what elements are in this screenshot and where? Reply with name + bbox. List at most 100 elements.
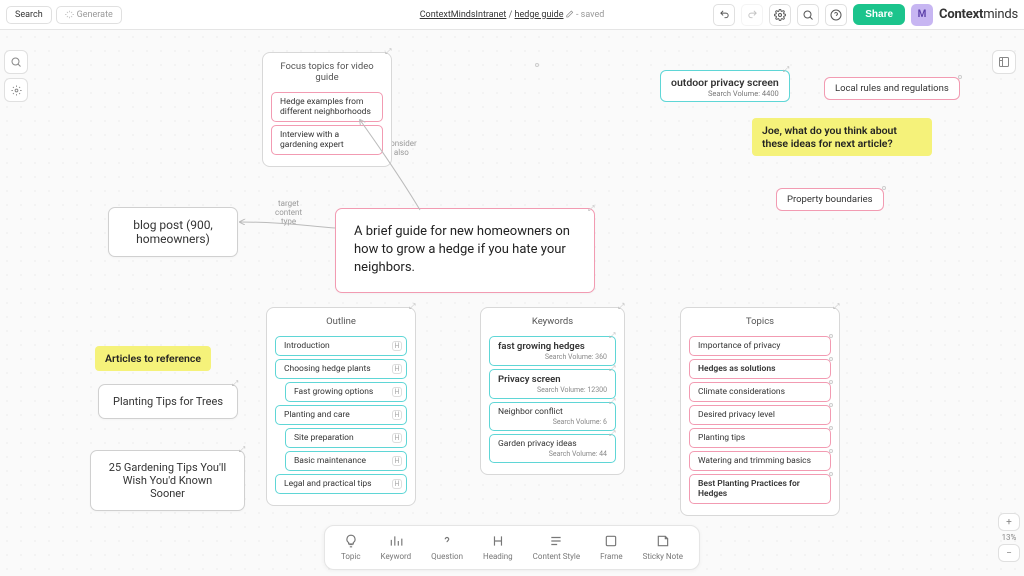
heading-icon [491, 534, 505, 550]
keyword-item[interactable]: Neighbor conflictSearch Volume: 6⤢ [489, 402, 616, 431]
ref-25-gardening[interactable]: 25 Gardening Tips You'll Wish You'd Know… [90, 450, 245, 511]
tool-topic[interactable]: Topic [331, 530, 371, 565]
topic-item[interactable]: Desired privacy level [689, 405, 831, 425]
avatar[interactable]: M [911, 4, 933, 26]
tool-sticky-note[interactable]: Sticky Note [633, 530, 693, 565]
frame-topics[interactable]: Topics Importance of privacy Hedges as so… [680, 307, 840, 516]
rail-search-button[interactable] [4, 50, 28, 74]
outline-item[interactable]: IntroductionH [275, 336, 407, 356]
outline-item[interactable]: Legal and practical tipsH [275, 474, 407, 494]
heading-badge: H [392, 410, 402, 420]
breadcrumb-map[interactable]: hedge guide [515, 10, 564, 20]
zoom-out-button[interactable]: − [998, 544, 1020, 562]
edge-label-target: target content type [275, 200, 302, 226]
keyword-item[interactable]: Garden privacy ideasSearch Volume: 44⤢ [489, 434, 616, 463]
expand-icon[interactable]: ⤢ [409, 302, 417, 310]
topic-item[interactable]: Best Planting Practices for Hedges [689, 474, 831, 504]
frame-title: Topics [687, 312, 833, 333]
search-icon [802, 9, 814, 21]
redo-button[interactable] [741, 4, 763, 26]
rail-outline-button[interactable] [992, 50, 1016, 74]
topic-item[interactable]: Climate considerations [689, 382, 831, 402]
bottom-toolbar: TopicKeywordQuestionHeadingContent Style… [324, 525, 700, 570]
topic-property-boundaries[interactable]: Property boundaries [776, 188, 884, 211]
expand-icon[interactable]: ⤢ [385, 47, 393, 55]
expand-icon[interactable]: ⤢ [609, 429, 617, 437]
breadcrumb-root[interactable]: ContextMindsIntranet [420, 10, 507, 20]
expand-icon[interactable]: ⤢ [231, 379, 239, 387]
focus-item[interactable]: Interview with a gardening expert [271, 125, 383, 155]
expand-icon[interactable]: ⤢ [783, 65, 791, 73]
sparkle-icon [65, 10, 74, 19]
blog-post-node[interactable]: blog post (900, homeowners) [108, 207, 238, 257]
breadcrumb: ContextMindsIntranet / hedge guide - sav… [420, 10, 605, 20]
saved-status: saved [581, 10, 605, 20]
heading-badge: H [392, 387, 402, 397]
keyword-item[interactable]: Privacy screenSearch Volume: 12300⤢ [489, 369, 616, 399]
expand-icon[interactable]: ⤢ [588, 203, 596, 211]
share-button[interactable]: Share [853, 4, 905, 25]
zoom-controls: + 13% − [998, 513, 1020, 562]
outline-item[interactable]: Site preparationH [285, 428, 407, 448]
right-rail [992, 50, 1020, 74]
zoom-percent: 13% [1002, 533, 1017, 542]
help-button[interactable] [825, 4, 847, 26]
topic-item[interactable]: Hedges as solutions [689, 359, 831, 379]
settings-button[interactable] [769, 4, 791, 26]
topic-item[interactable]: Planting tips [689, 428, 831, 448]
outline-item[interactable]: Basic maintenanceH [285, 451, 407, 471]
search-button[interactable]: Search [6, 6, 52, 24]
frame-outline[interactable]: Outline IntroductionH Choosing hedge plan… [266, 307, 416, 506]
expand-icon[interactable]: ⤢ [618, 302, 626, 310]
expand-icon[interactable]: ⤢ [609, 331, 617, 339]
outline-panel-icon [998, 56, 1010, 68]
map-search-button[interactable] [797, 4, 819, 26]
topic-local-rules[interactable]: Local rules and regulations [824, 77, 960, 100]
keyword-outdoor-privacy[interactable]: outdoor privacy screen Search Volume: 44… [660, 70, 790, 102]
brand-logo: Contextminds [939, 7, 1018, 22]
heading-badge: H [392, 341, 402, 351]
rail-settings-button[interactable] [4, 78, 28, 102]
frame-title: Outline [273, 312, 409, 333]
sticky-joe-note[interactable]: Joe, what do you think about these ideas… [752, 118, 932, 156]
left-rail [4, 50, 32, 102]
sticky-note-icon [656, 534, 670, 550]
heading-badge: H [392, 433, 402, 443]
sticky-articles-ref[interactable]: Articles to reference [95, 346, 211, 371]
keyword-item[interactable]: fast growing hedgesSearch Volume: 360⤢ [489, 336, 616, 366]
tool-question[interactable]: Question [421, 530, 473, 565]
outline-item[interactable]: Choosing hedge plantsH [275, 359, 407, 379]
edit-icon[interactable] [566, 10, 574, 18]
expand-icon[interactable]: ⤢ [609, 397, 617, 405]
frame-title: Focus topics for video guide [269, 57, 385, 89]
center-brief-node[interactable]: A brief guide for new homeowners on how … [335, 208, 595, 293]
topic-icon [344, 534, 358, 550]
gear-icon [11, 85, 22, 96]
heading-badge: H [392, 479, 402, 489]
ref-planting-tips[interactable]: Planting Tips for Trees ⤢ [98, 384, 238, 419]
expand-icon[interactable]: ⤢ [833, 302, 841, 310]
outline-item[interactable]: Planting and careH [275, 405, 407, 425]
top-right-tools: Share M Contextminds [713, 4, 1018, 26]
gear-icon [774, 9, 786, 21]
outline-item[interactable]: Fast growing optionsH [285, 382, 407, 402]
top-bar: Search Generate ContextMindsIntranet / h… [0, 0, 1024, 30]
question-icon [440, 534, 454, 550]
generate-label: Generate [77, 10, 113, 20]
topic-item[interactable]: Importance of privacy [689, 336, 831, 356]
expand-icon[interactable]: ⤢ [609, 364, 617, 372]
generate-button[interactable]: Generate [56, 6, 122, 24]
tool-keyword[interactable]: Keyword [371, 530, 422, 565]
heading-badge: H [392, 364, 402, 374]
zoom-in-button[interactable]: + [998, 513, 1020, 531]
tool-content-style[interactable]: Content Style [523, 530, 590, 565]
undo-button[interactable] [713, 4, 735, 26]
frame-keywords[interactable]: Keywords fast growing hedgesSearch Volum… [480, 307, 625, 475]
topic-item[interactable]: Watering and trimming basics [689, 451, 831, 471]
frame-title: Keywords [487, 312, 618, 333]
frame-focus-topics[interactable]: Focus topics for video guide Hedge examp… [262, 52, 392, 167]
focus-item[interactable]: Hedge examples from different neighborho… [271, 92, 383, 122]
expand-icon[interactable]: ⤢ [238, 445, 246, 453]
tool-heading[interactable]: Heading [473, 530, 523, 565]
tool-frame[interactable]: Frame [590, 530, 632, 565]
